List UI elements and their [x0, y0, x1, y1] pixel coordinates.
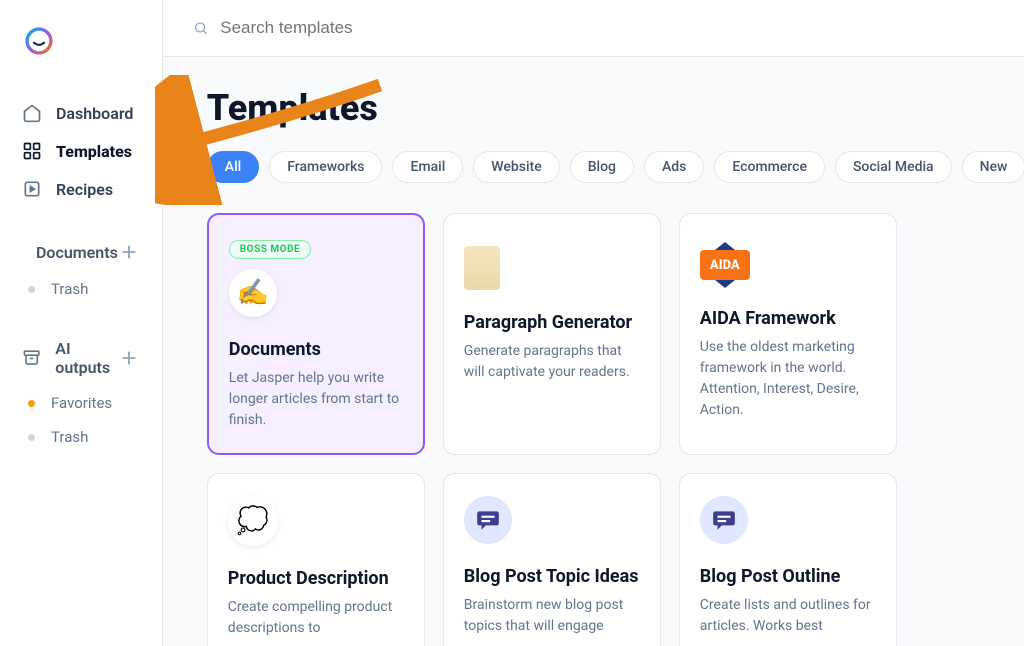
filter-ecommerce[interactable]: Ecommerce [714, 151, 825, 183]
card-blog-topic-ideas[interactable]: Blog Post Topic Ideas Brainstorm new blo… [443, 473, 661, 646]
boss-mode-badge: BOSS MODE [229, 240, 311, 259]
aida-icon: AIDA [700, 250, 750, 280]
card-desc: Create lists and outlines for articles. … [700, 595, 876, 637]
card-desc: Create compelling product descriptions t… [228, 597, 404, 639]
writing-hand-icon: ✍️ [229, 269, 277, 317]
filter-pills: All Frameworks Email Website Blog Ads Ec… [207, 151, 1024, 183]
grid-icon [22, 141, 42, 161]
archive-icon [22, 348, 41, 367]
main-content: Templates All Frameworks Email Website B… [163, 0, 1024, 646]
sub-item-label: Trash [51, 280, 88, 298]
speech-bubble-icon [464, 496, 512, 544]
card-aida-framework[interactable]: AIDA AIDA Framework Use the oldest marke… [679, 213, 897, 455]
section-documents: Documents [18, 232, 144, 272]
thought-balloon-icon: 💭 [228, 496, 278, 546]
sub-item-label: Favorites [51, 394, 112, 412]
search-bar [163, 0, 1024, 57]
card-title: Product Description [228, 568, 404, 589]
section-label[interactable]: Documents [36, 243, 118, 262]
filter-ads[interactable]: Ads [644, 151, 704, 183]
sidebar: Dashboard Templates Recipes Documents Tr… [0, 0, 163, 646]
card-title: Blog Post Topic Ideas [464, 566, 640, 587]
plus-icon[interactable] [118, 347, 140, 369]
card-desc: Generate paragraphs that will captivate … [464, 341, 640, 383]
filter-website[interactable]: Website [473, 151, 559, 183]
filter-frameworks[interactable]: Frameworks [269, 151, 382, 183]
filter-email[interactable]: Email [392, 151, 463, 183]
app-logo [22, 24, 56, 58]
speech-bubble-icon [700, 496, 748, 544]
card-desc: Use the oldest marketing framework in th… [700, 337, 876, 421]
card-product-description[interactable]: 💭 Product Description Create compelling … [207, 473, 425, 646]
dot-icon [28, 286, 35, 293]
search-icon [193, 20, 208, 36]
filter-blog[interactable]: Blog [570, 151, 634, 183]
home-icon [22, 103, 42, 123]
sidebar-item-trash[interactable]: Trash [18, 420, 144, 454]
filter-new[interactable]: New [962, 151, 1024, 183]
card-paragraph-generator[interactable]: Paragraph Generator Generate paragraphs … [443, 213, 661, 455]
card-title: Blog Post Outline [700, 566, 876, 587]
dot-icon [28, 400, 35, 407]
nav-label: Dashboard [56, 104, 133, 123]
card-desc: Brainstorm new blog post topics that wil… [464, 595, 640, 637]
dot-icon [28, 434, 35, 441]
sidebar-item-trash[interactable]: Trash [18, 272, 144, 306]
plus-icon[interactable] [118, 241, 140, 263]
card-blog-post-outline[interactable]: Blog Post Outline Create lists and outli… [679, 473, 897, 646]
filter-all[interactable]: All [207, 151, 259, 183]
nav-recipes[interactable]: Recipes [18, 170, 144, 208]
card-desc: Let Jasper help you write longer article… [229, 368, 403, 431]
page-title: Templates [207, 87, 1024, 129]
content-area: Templates All Frameworks Email Website B… [163, 57, 1024, 646]
nav-label: Recipes [56, 180, 113, 199]
card-documents[interactable]: BOSS MODE ✍️ Documents Let Jasper help y… [207, 213, 425, 455]
section-ai-outputs: AI outputs [18, 330, 144, 386]
play-icon [22, 179, 42, 199]
nav-templates[interactable]: Templates [18, 132, 144, 170]
card-title: Paragraph Generator [464, 312, 640, 333]
section-label[interactable]: AI outputs [55, 339, 110, 377]
sidebar-item-favorites[interactable]: Favorites [18, 386, 144, 420]
filter-social-media[interactable]: Social Media [835, 151, 952, 183]
card-title: AIDA Framework [700, 308, 876, 329]
card-title: Documents [229, 339, 403, 360]
template-grid: BOSS MODE ✍️ Documents Let Jasper help y… [207, 213, 1024, 646]
scroll-icon [464, 246, 500, 290]
sub-item-label: Trash [51, 428, 88, 446]
nav-dashboard[interactable]: Dashboard [18, 94, 144, 132]
nav-label: Templates [56, 142, 132, 161]
search-input[interactable] [220, 18, 995, 38]
